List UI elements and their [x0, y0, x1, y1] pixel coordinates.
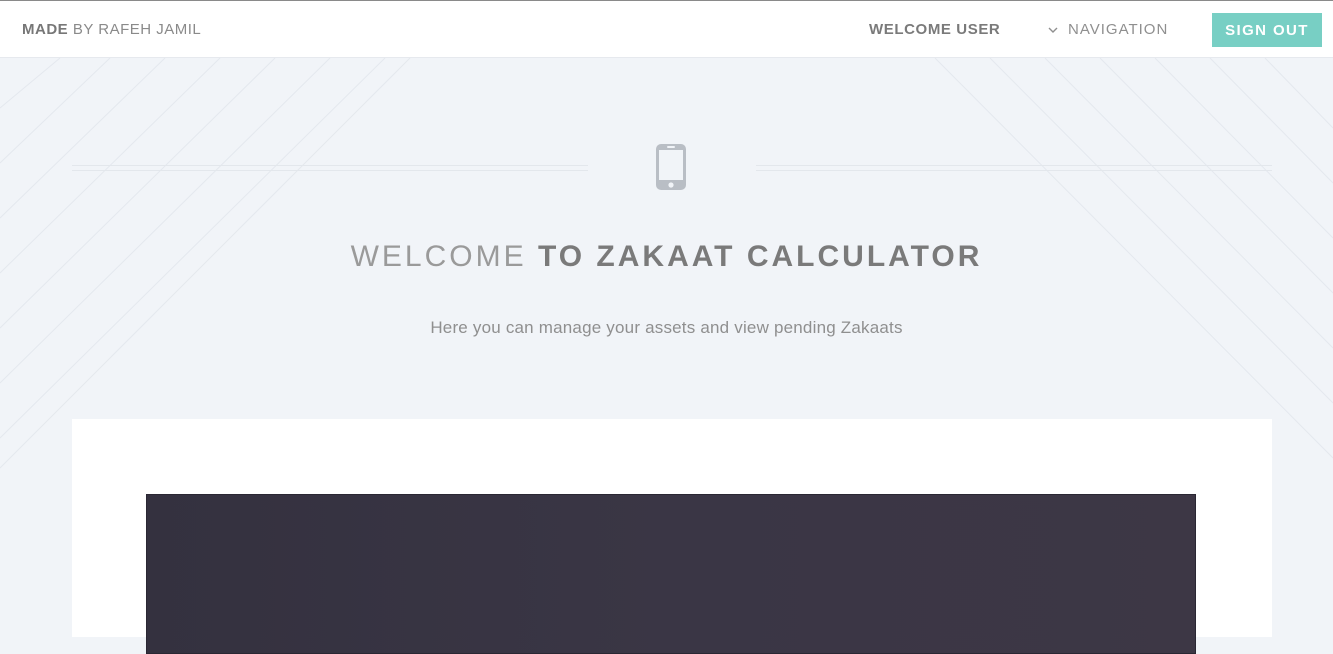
chevron-down-icon: [1048, 27, 1058, 33]
brand-author: BY RAFEH JAMIL: [72, 21, 202, 38]
navigation-dropdown[interactable]: NAVIGATION: [1048, 21, 1168, 38]
top-navbar: MADE BY RAFEH JAMIL WELCOME USER NAVIGAT…: [0, 1, 1333, 58]
page-title: WELCOME TO ZAKAAT CALCULATOR: [0, 240, 1333, 274]
title-bold: TO ZAKAAT CALCULATOR: [537, 240, 983, 273]
sign-out-button[interactable]: SIGN OUT: [1212, 13, 1322, 47]
navigation-label: NAVIGATION: [1068, 21, 1169, 38]
brand-credit[interactable]: MADE BY RAFEH JAMIL: [22, 21, 201, 38]
page-subtitle: Here you can manage your assets and view…: [430, 318, 903, 337]
hero-divider-left: [72, 165, 588, 171]
mobile-phone-icon: [656, 144, 686, 190]
dark-image-panel: [146, 494, 1196, 654]
title-thin: WELCOME: [350, 240, 527, 273]
hero-divider-right: [756, 165, 1272, 171]
welcome-user-label: WELCOME USER: [869, 21, 1001, 38]
content-card: [72, 419, 1272, 654]
brand-bold: MADE: [22, 21, 69, 38]
